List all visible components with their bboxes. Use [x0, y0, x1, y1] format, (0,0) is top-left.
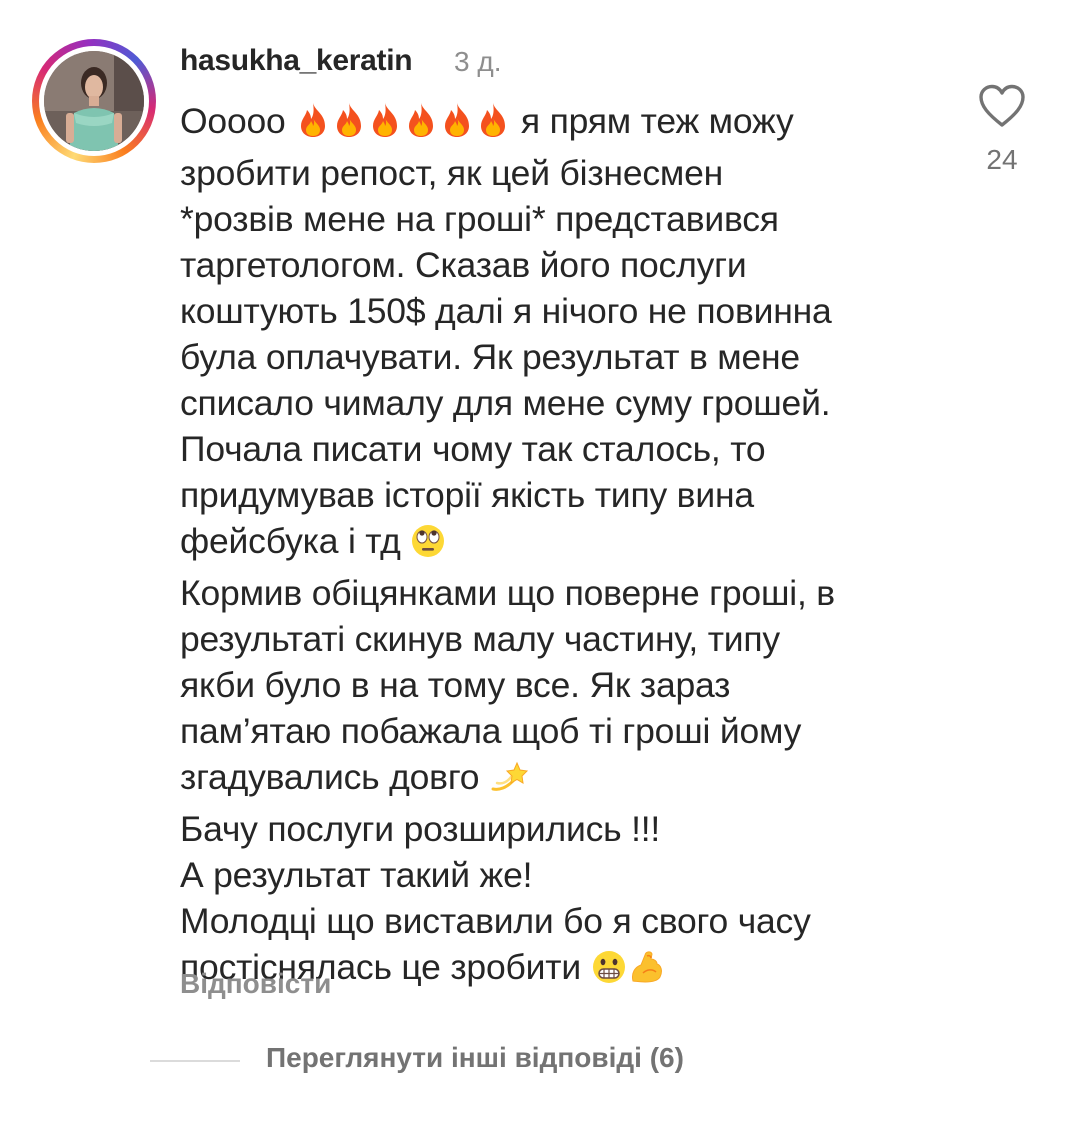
replies-divider: [150, 1060, 240, 1062]
face-with-rolling-eyes-emoji: [410, 523, 446, 570]
username[interactable]: hasukha_keratin: [180, 44, 413, 78]
comment-line: згадувались довго: [180, 754, 950, 806]
fire-emoji: [295, 101, 331, 150]
comment-line: А результат такий же!: [180, 855, 533, 895]
like-count: 24: [986, 144, 1018, 175]
fire-emoji: [403, 101, 439, 150]
fire-emoji: [439, 101, 475, 150]
comment-line: таргетологом. Сказав його послуги: [180, 245, 747, 285]
fire-emoji: [475, 101, 511, 150]
comment-line: зробити репост, як цей бізнесмен: [180, 153, 724, 193]
comment-line: Бачу послуги розширились !!!: [180, 809, 661, 849]
avatar[interactable]: [44, 51, 144, 151]
comment-line: придумував історії якість типу вина: [180, 475, 754, 515]
grimacing-face-emoji: [591, 949, 627, 996]
comment-line: Ооооо я прям теж можу: [180, 98, 950, 150]
avatar-ring-gap: [39, 46, 149, 156]
avatar-story-ring[interactable]: [32, 39, 156, 163]
comment-line: фейсбука і тд: [180, 518, 950, 570]
flexed-biceps-emoji: [627, 947, 665, 996]
comment-line: списало чималу для мене суму грошей.: [180, 383, 831, 423]
comment-line: коштують 150$ далі я нічого не повинна: [180, 291, 832, 331]
fire-emoji: [331, 101, 367, 150]
comment-line: пам’ятаю побажала щоб ті гроші йому: [180, 711, 802, 751]
comment-line: була оплачувати. Як результат в мене: [180, 337, 800, 377]
reply-button[interactable]: Відповісти: [180, 968, 331, 1000]
avatar-photo: [44, 51, 144, 151]
comment-line: Кормив обіцянками що поверне гроші, в: [180, 573, 835, 613]
comment-time: 3 д.: [454, 46, 502, 77]
view-replies-button[interactable]: Переглянути інші відповіді (6): [266, 1042, 684, 1074]
dizzy-emoji: [489, 759, 529, 806]
comment-line: Молодці що виставили бо я свого часу: [180, 901, 811, 941]
comment-line: *розвів мене на гроші* представився: [180, 199, 779, 239]
comment-line: Почала писати чому так сталось, то: [180, 429, 766, 469]
comment-line: результаті скинув малу частину, типу: [180, 619, 780, 659]
comment-text: Ооооо я прям теж можу зробити репост, як …: [180, 98, 950, 996]
fire-emoji: [367, 101, 403, 150]
like-button[interactable]: [978, 84, 1026, 128]
heart-outline-icon: [979, 84, 1025, 127]
comment-line: якби було в на тому все. Як зараз: [180, 665, 731, 705]
